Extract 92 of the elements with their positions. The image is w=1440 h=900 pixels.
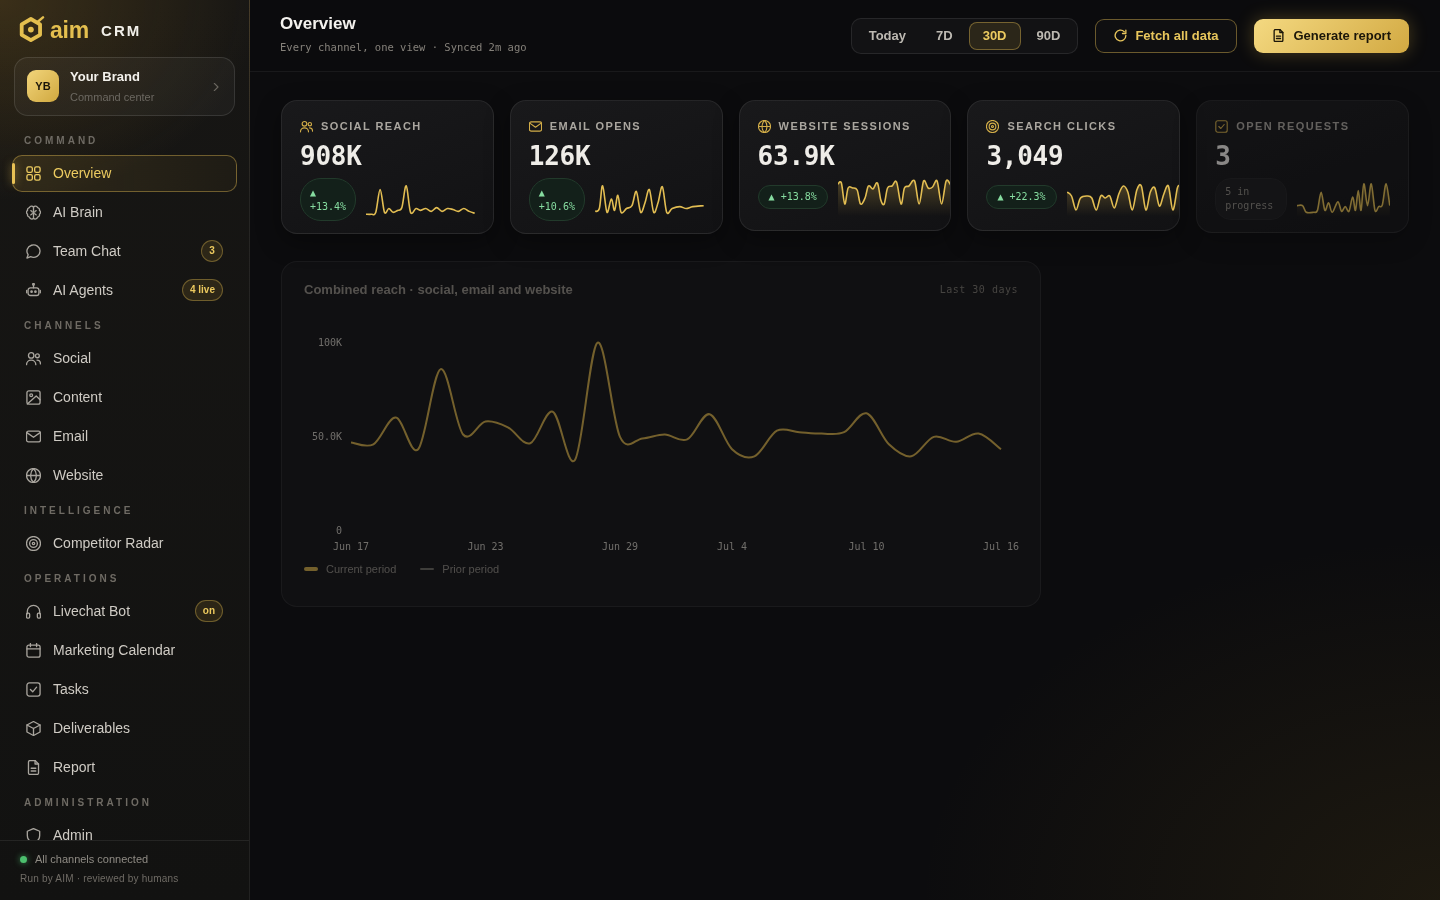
- x-axis-label: Jul 4: [716, 541, 748, 552]
- connection-status: All channels connected: [35, 852, 149, 866]
- checkbox-icon: [1215, 119, 1229, 133]
- footer-note: Run by AIM · reviewed by humans: [20, 872, 180, 886]
- line-swatch-icon: [420, 568, 435, 570]
- nav-item[interactable]: Report: [12, 748, 237, 786]
- kpi-label: SEARCH CLICKS: [1007, 119, 1117, 133]
- target-icon: [26, 535, 41, 551]
- x-axis-label: Jun 17: [332, 541, 370, 552]
- change-badge: ▲ +10.6%: [528, 178, 585, 221]
- range-tab[interactable]: 90D: [1022, 21, 1075, 50]
- kpi-value: 3,049: [986, 141, 1065, 171]
- fetch-data-button[interactable]: Fetch all data: [1095, 18, 1238, 53]
- nav-item[interactable]: Competitor Radar: [12, 524, 237, 562]
- range-tab[interactable]: Today: [854, 21, 921, 50]
- shield-icon: [26, 827, 41, 840]
- nav-item[interactable]: Social: [12, 339, 237, 377]
- refresh-icon: [1114, 29, 1128, 42]
- line-swatch-icon: [304, 567, 318, 571]
- users-icon: [300, 119, 313, 133]
- nav-badge: 4 live: [181, 279, 223, 302]
- kpi-label: EMAIL OPENS: [549, 119, 642, 133]
- nav-item[interactable]: Website: [12, 456, 237, 494]
- nav-item[interactable]: Overview: [12, 154, 237, 192]
- chart-title: Combined reach · social, email and website: [304, 282, 573, 298]
- brand-avatar: YB: [27, 70, 59, 103]
- y-axis-label: 0: [335, 524, 342, 536]
- envelope-icon: [528, 119, 542, 133]
- checkbox-icon: [26, 681, 41, 697]
- globe-icon: [757, 119, 771, 133]
- product-name: CRM: [100, 22, 142, 38]
- x-axis-label: Jul 16: [982, 541, 1020, 552]
- range-tab[interactable]: 30D: [968, 21, 1021, 50]
- section-label: COMMAND: [23, 133, 100, 148]
- document-icon: [1272, 29, 1286, 42]
- legend-label: Prior period: [442, 562, 500, 576]
- x-axis-label: Jul 10: [848, 541, 885, 552]
- workspace-name: Your Brand: [70, 68, 141, 85]
- logo-wordmark: aim: [50, 18, 89, 42]
- nav-item[interactable]: Livechat Bot on: [12, 592, 237, 630]
- change-badge: ▲ +13.8%: [757, 185, 828, 209]
- legend-label: Current period: [326, 562, 397, 576]
- headset-icon: [26, 603, 41, 619]
- kpi-label: WEBSITE SESSIONS: [778, 119, 911, 133]
- nav-item[interactable]: AI Agents 4 live: [12, 271, 237, 309]
- section-label: INTELLIGENCE: [23, 503, 135, 518]
- workspace-subtitle: Command center: [70, 89, 155, 104]
- robot-icon: [26, 282, 41, 298]
- workspace-switcher[interactable]: YB Your Brand Command center: [14, 56, 235, 116]
- chat-bubble-icon: [26, 243, 41, 259]
- section-label: CHANNELS: [23, 318, 105, 333]
- nav-badge: on: [194, 600, 223, 623]
- kpi-value: 908K: [300, 141, 363, 171]
- nav-item[interactable]: Tasks: [12, 670, 237, 708]
- page-subtitle: Every channel, one view · Synced 2m ago: [280, 40, 527, 54]
- x-axis-label: Jun 23: [467, 541, 504, 552]
- image-icon: [26, 389, 41, 405]
- generate-report-button[interactable]: Generate report: [1254, 18, 1409, 53]
- nav-item[interactable]: Team Chat 3: [12, 232, 237, 270]
- nav-item[interactable]: Deliverables: [12, 709, 237, 747]
- kpi-value: 63.9K: [757, 141, 836, 171]
- range-tab[interactable]: 7D: [922, 21, 967, 50]
- y-axis-label: 50.0K: [311, 430, 342, 442]
- section-label: OPERATIONS: [23, 571, 121, 586]
- progress-note: 5 in progress: [1215, 178, 1288, 220]
- logo-icon: [18, 16, 46, 45]
- change-badge: ▲ +13.4%: [300, 178, 357, 221]
- target-icon: [986, 119, 1000, 133]
- y-axis-label: 100K: [317, 336, 342, 348]
- kpi-value: 3: [1215, 141, 1232, 171]
- globe-icon: [26, 467, 41, 483]
- brain-icon: [26, 204, 41, 220]
- users-icon: [26, 350, 41, 366]
- calendar-icon: [26, 642, 41, 658]
- envelope-icon: [26, 428, 41, 444]
- section-label: ADMINISTRATION: [23, 795, 153, 810]
- kpi-value: 126K: [528, 141, 592, 171]
- nav-item[interactable]: Email: [12, 417, 237, 455]
- nav-item[interactable]: Marketing Calendar: [12, 631, 237, 669]
- page-title: Overview: [280, 13, 357, 35]
- nav-badge: 3: [201, 240, 223, 263]
- document-icon: [26, 759, 41, 775]
- cube-icon: [26, 720, 41, 736]
- kpi-label: OPEN REQUESTS: [1236, 119, 1350, 133]
- nav-item[interactable]: Content: [12, 378, 237, 416]
- nav-item[interactable]: Admin: [12, 816, 237, 840]
- kpi-label: SOCIAL REACH: [321, 119, 422, 133]
- nav-item[interactable]: AI Brain: [12, 193, 237, 231]
- chevron-right-icon: [212, 83, 220, 91]
- grid-icon: [26, 165, 41, 181]
- x-axis-label: Jun 29: [601, 541, 639, 552]
- change-badge: ▲ +22.3%: [986, 185, 1057, 209]
